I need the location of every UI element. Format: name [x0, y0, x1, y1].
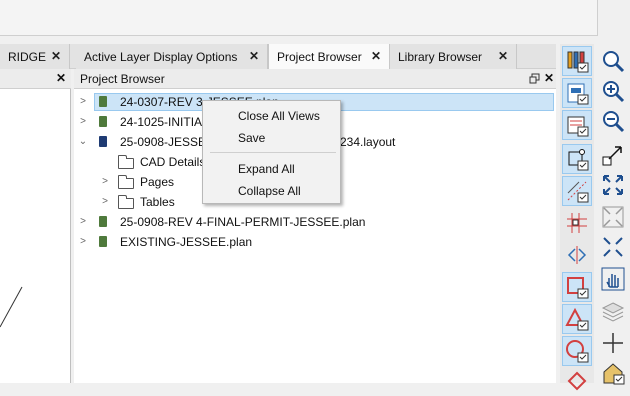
layout-file-icon — [99, 136, 107, 147]
tab-close-icon[interactable]: ✕ — [51, 49, 61, 63]
chevron-right-icon[interactable]: > — [100, 196, 110, 207]
toolbar-right-2 — [596, 44, 630, 385]
circle-select-icon[interactable] — [562, 336, 592, 366]
tab-label: Active Layer Display Options — [84, 49, 238, 64]
pan-hand-icon[interactable] — [598, 264, 628, 294]
tab-label: RIDGE — [8, 49, 47, 64]
tab-close-icon[interactable]: ✕ — [371, 49, 381, 63]
menu-item-save[interactable]: Save — [238, 131, 265, 145]
tab-close-icon[interactable]: ✕ — [498, 49, 508, 63]
plan-file-icon — [99, 216, 107, 227]
tab-close-icon[interactable]: ✕ — [249, 49, 259, 63]
zoom-icon[interactable] — [598, 46, 628, 76]
tab-active-layer-display-options[interactable]: Active Layer Display Options ✕ — [76, 44, 268, 69]
diamond-select-icon[interactable] — [562, 366, 592, 396]
fill-window-icon[interactable] — [598, 170, 628, 200]
layout-sheets-icon[interactable] — [562, 78, 592, 108]
tree-item-label: CAD Details — [140, 155, 206, 169]
plan-file-icon — [99, 236, 107, 247]
chevron-down-icon[interactable]: ⌄ — [78, 136, 88, 147]
chevron-right-icon[interactable]: > — [100, 176, 110, 187]
zoom-in-icon[interactable] — [598, 76, 628, 106]
project-browser-title: Project Browser — [80, 72, 165, 86]
folder-icon — [118, 155, 134, 169]
menu-item-expand-all[interactable]: Expand All — [238, 162, 295, 176]
restore-window-icon[interactable] — [529, 73, 540, 84]
edit-area-icon[interactable] — [562, 144, 592, 174]
fill-window-building-icon[interactable] — [598, 202, 628, 232]
layers-stack-icon[interactable] — [598, 296, 628, 326]
tree-item-label: Pages — [140, 175, 175, 189]
tree-item-label-tail: 234.layout — [340, 135, 396, 149]
menu-item-close-all-views[interactable]: Close All Views — [238, 109, 320, 123]
project-browser-close-icon[interactable]: ✕ — [544, 71, 554, 85]
drawing-view-pane[interactable] — [0, 69, 71, 383]
folder-icon — [118, 175, 134, 189]
chevron-right-icon[interactable]: > — [78, 116, 88, 127]
chevron-right-icon[interactable]: > — [78, 216, 88, 227]
tab-ridge[interactable]: RIDGE ✕ — [0, 44, 70, 69]
crosshair-icon[interactable] — [598, 328, 628, 358]
tree-item-label: Tables — [140, 195, 175, 209]
menu-item-collapse-all[interactable]: Collapse All — [238, 184, 301, 198]
top-empty-area — [0, 0, 598, 36]
dimension-icon[interactable] — [562, 176, 592, 206]
drawing-line — [0, 286, 23, 328]
page-setup-icon[interactable] — [562, 110, 592, 140]
undo-zoom-icon[interactable] — [598, 140, 628, 170]
mirror-icon[interactable] — [562, 240, 592, 270]
chevron-right-icon[interactable]: > — [78, 96, 88, 107]
grid-snap-icon[interactable] — [562, 208, 592, 238]
tree-item-label: 25-0908-REV 4-FINAL-PERMIT-JESSEE.plan — [120, 215, 366, 229]
tree-item-label: EXISTING-JESSEE.plan — [120, 235, 253, 249]
menu-separator — [210, 152, 336, 153]
zoom-out-icon[interactable] — [598, 106, 628, 136]
box-select-icon[interactable] — [562, 272, 592, 302]
layer-display-icon[interactable] — [562, 46, 592, 76]
tab-project-browser[interactable]: Project Browser ✕ — [268, 44, 390, 70]
tab-label: Project Browser — [277, 50, 362, 64]
left-pane-close-icon[interactable]: ✕ — [56, 71, 66, 85]
tab-label: Library Browser — [398, 49, 483, 64]
left-pane-header: ✕ — [0, 69, 71, 89]
folder-icon — [118, 195, 134, 209]
plan-file-icon — [99, 96, 107, 107]
chevron-right-icon[interactable]: > — [78, 236, 88, 247]
toolbar-right-1 — [560, 44, 594, 391]
house-view-icon[interactable] — [598, 358, 628, 388]
fit-to-window-icon[interactable] — [598, 232, 628, 262]
tab-library-browser[interactable]: Library Browser ✕ — [390, 44, 517, 69]
tree-item-label: 24-1025-INITIAL — [120, 115, 209, 129]
polygon-select-icon[interactable] — [562, 304, 592, 334]
plan-file-icon — [99, 116, 107, 127]
